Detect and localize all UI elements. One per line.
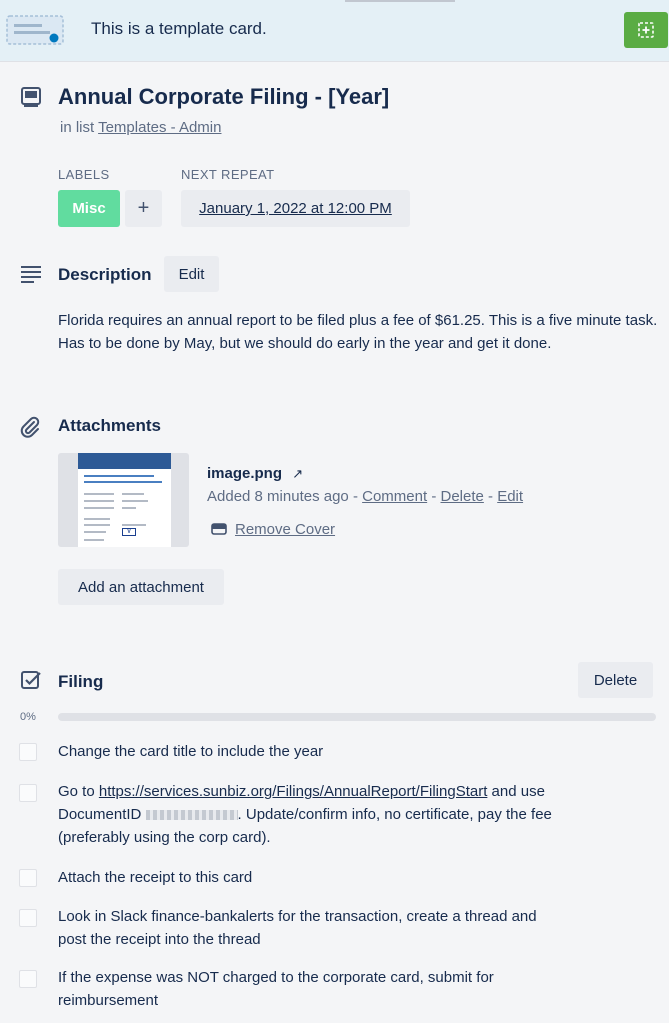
attachment-added: Added 8 minutes ago xyxy=(207,488,349,505)
create-card-from-template-button[interactable] xyxy=(624,12,668,48)
next-repeat-button[interactable]: January 1, 2022 at 12:00 PM xyxy=(181,190,410,227)
checklist-item[interactable]: Go to https://services.sunbiz.org/Filing… xyxy=(58,780,568,849)
checklist-item-checkbox[interactable] xyxy=(19,784,37,802)
card-title[interactable]: Annual Corporate Filing - [Year] xyxy=(58,84,389,110)
template-banner-text: This is a template card. xyxy=(91,19,267,38)
checklist-title[interactable]: Filing xyxy=(58,672,103,692)
attachment-meta: Added 8 minutes ago - Comment - Delete -… xyxy=(207,488,524,505)
checklist-item[interactable]: Attach the receipt to this card xyxy=(58,866,568,889)
attachment-edit-link[interactable]: Edit xyxy=(497,488,523,505)
checklist-item[interactable]: Look in Slack finance-bankalerts for the… xyxy=(58,905,553,951)
attachment-delete-link[interactable]: Delete xyxy=(441,488,484,505)
checklist-item[interactable]: Change the card title to include the yea… xyxy=(58,740,568,763)
card-icon xyxy=(21,87,41,107)
add-label-button[interactable]: + xyxy=(125,190,162,227)
template-card-icon xyxy=(6,15,64,45)
in-list-line: in list Templates - Admin xyxy=(60,119,221,136)
list-name-link[interactable]: Templates - Admin xyxy=(98,119,221,136)
label-misc[interactable]: Misc xyxy=(58,190,120,227)
paperclip-icon xyxy=(20,416,40,438)
checklist-item[interactable]: If the expense was NOT charged to the co… xyxy=(58,966,548,1012)
next-repeat-heading: NEXT REPEAT xyxy=(181,167,275,182)
checklist-progress-bar xyxy=(58,713,656,721)
checklist-icon xyxy=(21,671,41,689)
remove-cover-link[interactable]: Remove Cover xyxy=(235,521,335,538)
drag-handle xyxy=(345,0,455,2)
checklist-progress-percent: 0% xyxy=(20,711,36,723)
attachment-thumbnail[interactable]: V xyxy=(58,453,189,547)
redacted-document-id xyxy=(145,810,238,821)
attachment-comment-link[interactable]: Comment xyxy=(362,488,427,505)
template-banner: This is a template card. xyxy=(0,0,669,62)
attachment-filename: image.png xyxy=(207,465,283,482)
sunbiz-filing-link[interactable]: https://services.sunbiz.org/Filings/Annu… xyxy=(99,783,488,800)
checklist-item-checkbox[interactable] xyxy=(19,869,37,887)
checklist-item-checkbox[interactable] xyxy=(19,909,37,927)
open-external-icon[interactable]: ↗ xyxy=(292,466,303,481)
receipt-preview-image: V xyxy=(78,453,171,547)
delete-checklist-button[interactable]: Delete xyxy=(578,662,653,698)
attachment-name[interactable]: image.png ↗ xyxy=(207,465,303,482)
description-heading: Description xyxy=(58,265,152,284)
next-repeat-value: January 1, 2022 at 12:00 PM xyxy=(199,200,392,217)
description-icon xyxy=(21,266,41,283)
create-from-template-icon xyxy=(638,22,654,38)
checklist-item-checkbox[interactable] xyxy=(19,743,37,761)
checklist-item-checkbox[interactable] xyxy=(19,970,37,988)
in-list-prefix: in list xyxy=(60,119,95,136)
add-attachment-button[interactable]: Add an attachment xyxy=(58,569,224,605)
attachments-heading: Attachments xyxy=(58,416,161,435)
labels-heading: LABELS xyxy=(58,167,110,182)
edit-description-button[interactable]: Edit xyxy=(164,256,219,292)
card-cover-icon xyxy=(211,523,227,535)
description-text[interactable]: Florida requires an annual report to be … xyxy=(58,309,658,355)
